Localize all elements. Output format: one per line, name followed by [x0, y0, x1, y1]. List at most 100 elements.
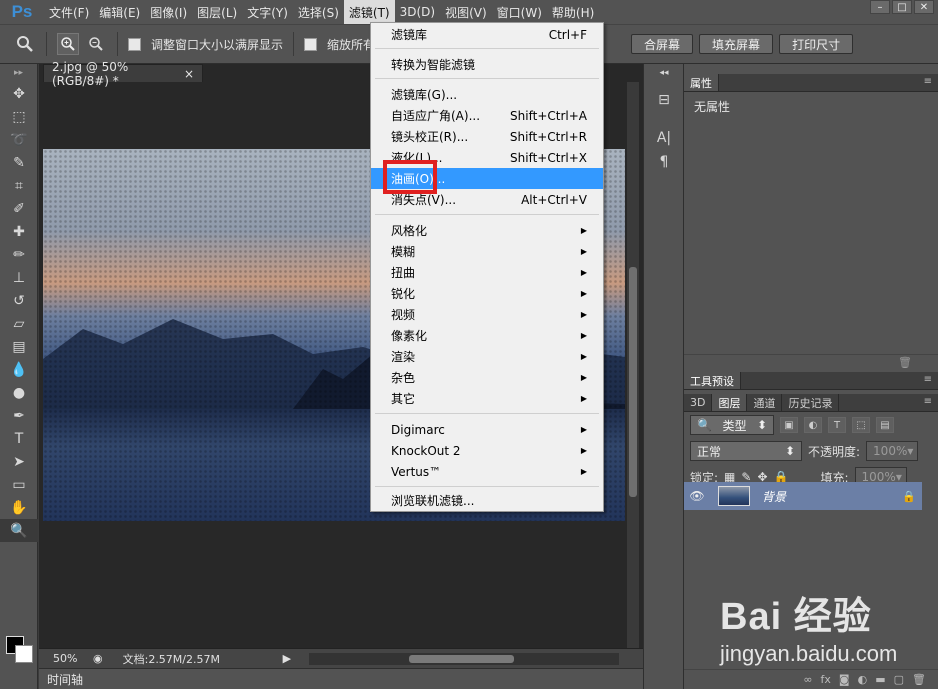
eraser-tool-icon[interactable]: ▱	[0, 312, 38, 335]
dodge-tool-icon[interactable]: ●	[0, 381, 38, 404]
document-tab[interactable]: 2.jpg @ 50%(RGB/8#) * ×	[43, 60, 203, 88]
paragraph-panel-icon[interactable]: ¶	[644, 150, 684, 174]
menu-edit[interactable]: 编辑(E)	[94, 0, 145, 24]
zoom-in-icon[interactable]	[57, 33, 79, 55]
menu-view[interactable]: 视图(V)	[440, 0, 492, 24]
menu-item-label: Vertus™	[391, 464, 442, 479]
menu-select[interactable]: 选择(S)	[293, 0, 344, 24]
fill-screen-button[interactable]: 填充屏幕	[699, 34, 774, 54]
gradient-tool-icon[interactable]: ▤	[0, 335, 38, 358]
zoom-tool-icon[interactable]: 🔍	[0, 519, 38, 542]
panel-menu-icon[interactable]: ≡	[924, 76, 932, 87]
horizontal-scroll-thumb[interactable]	[409, 655, 514, 663]
vertical-scrollbar[interactable]	[627, 82, 639, 654]
menu-item-stylize[interactable]: 风格化 ▶	[371, 220, 603, 241]
menu-item-vertus[interactable]: Vertus™ ▶	[371, 461, 603, 482]
layer-row-background[interactable]: 👁 背景 🔒	[684, 482, 922, 510]
marquee-tool-icon[interactable]: ⬚	[0, 105, 38, 128]
vertical-scroll-thumb[interactable]	[629, 267, 637, 497]
zoom-level[interactable]: 50%	[39, 652, 93, 665]
layer-kind-filter[interactable]: 🔍 类型 ⬍	[690, 415, 774, 435]
menu-file[interactable]: 文件(F)	[44, 0, 94, 24]
menu-item-digimarc[interactable]: Digimarc ▶	[371, 419, 603, 440]
tab-history[interactable]: 历史记录	[782, 394, 840, 411]
tab-properties[interactable]: 属性	[684, 74, 719, 91]
type-filter-icon[interactable]: T	[828, 417, 846, 433]
blur-tool-icon[interactable]: 💧	[0, 358, 38, 381]
lasso-tool-icon[interactable]: ➰	[0, 128, 38, 151]
zoom-tool-icon[interactable]	[14, 33, 36, 55]
resize-window-checkbox[interactable]	[128, 37, 141, 51]
menu-image[interactable]: 图像(I)	[145, 0, 192, 24]
menu-3d[interactable]: 3D(D)	[395, 0, 440, 24]
panel-menu-icon[interactable]: ≡	[924, 374, 932, 385]
shape-filter-icon[interactable]: ⬚	[852, 417, 870, 433]
menu-item-label: 自适应广角(A)...	[391, 109, 481, 123]
menu-filter[interactable]: 滤镜(T)	[343, 0, 395, 24]
menu-window[interactable]: 窗口(W)	[492, 0, 547, 24]
horizontal-scrollbar[interactable]	[309, 653, 619, 665]
menu-layer[interactable]: 图层(L)	[192, 0, 242, 24]
path-select-tool-icon[interactable]: ➤	[0, 450, 38, 473]
character-panel-icon[interactable]: A|	[644, 126, 684, 150]
visibility-eye-icon[interactable]: 👁	[684, 489, 710, 503]
clone-stamp-tool-icon[interactable]: ⊥	[0, 266, 38, 289]
zoom-all-checkbox[interactable]	[304, 37, 318, 51]
tab-3d[interactable]: 3D	[684, 394, 713, 411]
menu-item-filter-gallery[interactable]: 滤镜库(G)...	[371, 84, 603, 105]
tab-tool-presets[interactable]: 工具预设	[684, 372, 741, 389]
menu-item-noise[interactable]: 杂色 ▶	[371, 367, 603, 388]
menu-item-pixelate[interactable]: 像素化 ▶	[371, 325, 603, 346]
background-color[interactable]	[15, 645, 33, 663]
minimize-button[interactable]: –	[870, 0, 890, 14]
panel-grip-icon[interactable]: ▸▸	[0, 64, 37, 82]
healing-brush-tool-icon[interactable]: ✚	[0, 220, 38, 243]
panel-menu-icon[interactable]: ≡	[924, 396, 932, 407]
zoom-out-icon[interactable]	[85, 33, 107, 55]
panel-grip-icon[interactable]: ◂◂	[644, 64, 684, 82]
trash-icon[interactable]: 🗑	[898, 356, 912, 369]
menu-item-blur[interactable]: 模糊 ▶	[371, 241, 603, 262]
rectangle-tool-icon[interactable]: ▭	[0, 473, 38, 496]
history-panel-icon[interactable]: ⊟	[644, 88, 684, 112]
timeline-tab[interactable]: 时间轴	[39, 668, 643, 689]
opacity-input[interactable]: 100% ▾	[866, 441, 919, 461]
maximize-button[interactable]: □	[892, 0, 912, 14]
smart-object-filter-icon[interactable]: ▤	[876, 417, 894, 433]
menu-item-render[interactable]: 渲染 ▶	[371, 346, 603, 367]
print-size-button[interactable]: 打印尺寸	[779, 34, 854, 54]
menu-item-video[interactable]: 视频 ▶	[371, 304, 603, 325]
menu-help[interactable]: 帮助(H)	[547, 0, 599, 24]
menu-item-browse-online-filters[interactable]: 浏览联机滤镜...	[371, 490, 603, 511]
history-brush-tool-icon[interactable]: ↺	[0, 289, 38, 312]
status-arrow-icon[interactable]: ▶	[283, 652, 291, 665]
pixel-filter-icon[interactable]: ▣	[780, 417, 798, 433]
move-tool-icon[interactable]: ✥	[0, 82, 38, 105]
menu-item-distort[interactable]: 扭曲 ▶	[371, 262, 603, 283]
menu-item-adaptive-wide-angle[interactable]: 自适应广角(A)... Shift+Ctrl+A	[371, 105, 603, 126]
crop-tool-icon[interactable]: ⌗	[0, 174, 38, 197]
menu-item-sharpen[interactable]: 锐化 ▶	[371, 283, 603, 304]
fit-screen-button[interactable]: 合屏幕	[631, 34, 694, 54]
share-icon[interactable]: ◉	[93, 652, 103, 665]
adjustment-filter-icon[interactable]: ◐	[804, 417, 822, 433]
close-button[interactable]: ✕	[914, 0, 934, 14]
menu-item-filter-gallery-last[interactable]: 滤镜库 Ctrl+F	[371, 24, 603, 45]
quick-select-tool-icon[interactable]: ✎	[0, 151, 38, 174]
hand-tool-icon[interactable]: ✋	[0, 496, 38, 519]
color-swatches[interactable]	[6, 636, 34, 664]
layer-name[interactable]: 背景	[762, 488, 902, 505]
brush-tool-icon[interactable]: ✏	[0, 243, 38, 266]
tab-channels[interactable]: 通道	[747, 394, 783, 411]
menu-item-other[interactable]: 其它 ▶	[371, 388, 603, 409]
close-tab-icon[interactable]: ×	[184, 67, 194, 81]
menu-item-lens-correction[interactable]: 镜头校正(R)... Shift+Ctrl+R	[371, 126, 603, 147]
menu-type[interactable]: 文字(Y)	[242, 0, 293, 24]
blend-mode-select[interactable]: 正常 ⬍	[690, 441, 802, 461]
menu-item-knockout[interactable]: KnockOut 2 ▶	[371, 440, 603, 461]
tab-layers[interactable]: 图层	[712, 394, 748, 411]
pen-tool-icon[interactable]: ✒	[0, 404, 38, 427]
menu-item-convert-smart-filter[interactable]: 转换为智能滤镜	[371, 54, 603, 75]
eyedropper-tool-icon[interactable]: ✐	[0, 197, 38, 220]
type-tool-icon[interactable]: T	[0, 427, 38, 450]
